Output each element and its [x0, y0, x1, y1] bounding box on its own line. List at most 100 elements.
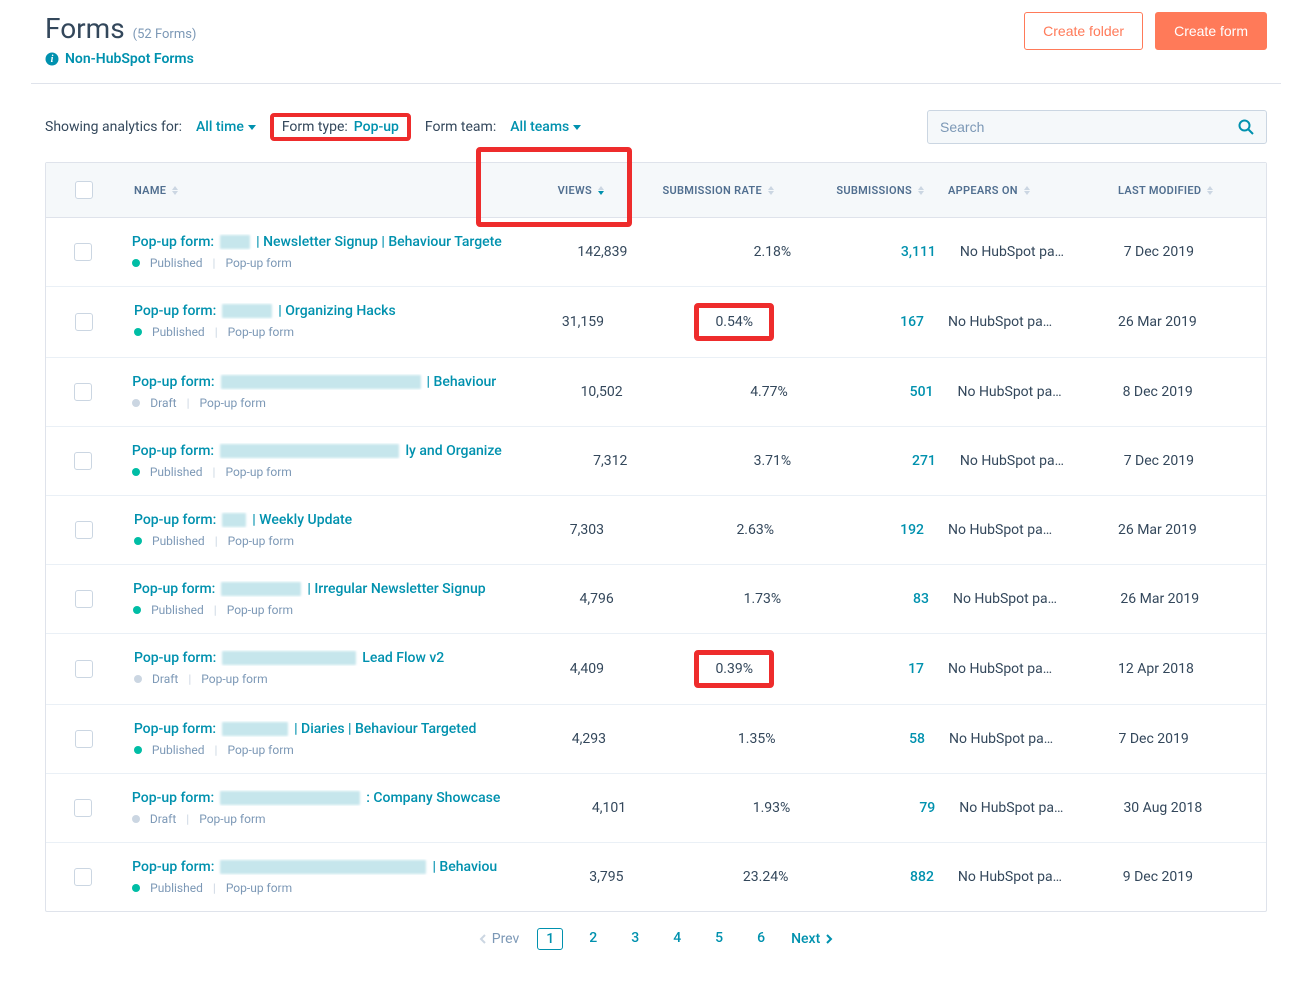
column-views[interactable]: VIEWS [486, 163, 616, 217]
form-suffix: | Behaviou [432, 859, 497, 875]
next-button[interactable]: Next [791, 931, 834, 947]
views-value: 31,159 [562, 314, 604, 330]
table-row: Pop-up form: | Behaviou Published | Pop-… [46, 843, 1266, 911]
row-checkbox[interactable] [74, 243, 92, 261]
form-name-link[interactable]: Pop-up form: | Weekly Update [134, 512, 352, 528]
create-form-button[interactable]: Create form [1155, 12, 1267, 50]
column-modified[interactable]: LAST MODIFIED [1106, 163, 1266, 217]
form-name-link[interactable]: Pop-up form: | Behaviour [132, 374, 496, 390]
form-suffix: | Irregular Newsletter Signup [307, 581, 485, 597]
page-number[interactable]: 6 [749, 928, 773, 950]
form-name-link[interactable]: Pop-up form: | Behaviou [132, 859, 497, 875]
modified-value: 7 Dec 2019 [1124, 244, 1194, 260]
rate-value: 0.39% [715, 661, 753, 677]
status-dot-icon [132, 399, 140, 407]
page-number[interactable]: 5 [707, 928, 731, 950]
form-prefix: Pop-up form: [134, 303, 216, 319]
table-row: Pop-up form: Lead Flow v2 Draft | Pop-up… [46, 634, 1266, 705]
form-prefix: Pop-up form: [132, 443, 214, 459]
appears-on-value: No HubSpot pa… [948, 314, 1052, 330]
page-number[interactable]: 3 [623, 928, 647, 950]
modified-value: 26 Mar 2019 [1118, 314, 1197, 330]
form-name-link[interactable]: Pop-up form: | Diaries | Behaviour Targe… [134, 721, 477, 737]
row-checkbox[interactable] [74, 452, 92, 470]
redacted-text [220, 791, 360, 805]
type-filter[interactable]: Pop-up [354, 119, 399, 135]
rate-value: 2.18% [754, 244, 792, 260]
rate-highlight: 0.39% [694, 650, 774, 688]
type-label: Form type: [282, 119, 348, 135]
search-input[interactable] [940, 119, 1238, 135]
form-suffix: | Diaries | Behaviour Targeted [294, 721, 476, 737]
form-prefix: Pop-up form: [132, 790, 214, 806]
submissions-link[interactable]: 192 [900, 522, 924, 538]
prev-button[interactable]: Prev [478, 931, 520, 947]
submissions-link[interactable]: 3,111 [901, 244, 936, 260]
form-type-text: Pop-up form [225, 256, 291, 270]
appears-on-value: No HubSpot pa… [958, 869, 1062, 885]
form-name-link[interactable]: Pop-up form: | Organizing Hacks [134, 303, 396, 319]
submissions-link[interactable]: 79 [919, 800, 935, 816]
form-suffix: | Organizing Hacks [278, 303, 395, 319]
row-checkbox[interactable] [75, 521, 93, 539]
form-prefix: Pop-up form: [134, 721, 216, 737]
submissions-link[interactable]: 882 [910, 869, 934, 885]
appears-on-value: No HubSpot pa… [948, 661, 1052, 677]
sort-icon [1207, 186, 1213, 195]
select-all-checkbox[interactable] [75, 181, 93, 199]
row-checkbox[interactable] [75, 590, 93, 608]
row-checkbox[interactable] [75, 730, 93, 748]
status-dot-icon [133, 606, 141, 614]
row-checkbox[interactable] [74, 383, 92, 401]
time-filter[interactable]: All time [196, 119, 256, 135]
row-checkbox[interactable] [74, 868, 92, 886]
submissions-link[interactable]: 58 [909, 731, 925, 747]
search-box[interactable] [927, 110, 1267, 144]
redacted-text [220, 235, 250, 249]
row-checkbox[interactable] [74, 799, 92, 817]
team-filter[interactable]: All teams [510, 119, 581, 135]
submissions-link[interactable]: 501 [910, 384, 934, 400]
column-name[interactable]: NAME [122, 163, 486, 217]
page-number[interactable]: 4 [665, 928, 689, 950]
type-filter-value: Pop-up [354, 119, 399, 135]
column-rate[interactable]: SUBMISSION RATE [616, 163, 786, 217]
submissions-link[interactable]: 17 [908, 661, 924, 677]
modified-value: 9 Dec 2019 [1123, 869, 1193, 885]
form-count: (52 Forms) [133, 27, 197, 42]
redacted-text [221, 375, 421, 389]
form-name-link[interactable]: Pop-up form: : Company Showcase [132, 790, 500, 806]
status-dot-icon [134, 328, 142, 336]
page-number[interactable]: 1 [537, 928, 563, 950]
redacted-text [221, 582, 301, 596]
views-value: 4,101 [592, 800, 626, 816]
form-name-link[interactable]: Pop-up form: | Newsletter Signup | Behav… [132, 234, 502, 250]
chevron-left-icon [478, 934, 488, 944]
form-name-link[interactable]: Pop-up form: Lead Flow v2 [134, 650, 444, 666]
table-row: Pop-up form: : Company Showcase Draft | … [46, 774, 1266, 843]
rate-value: 1.35% [738, 731, 776, 747]
form-name-link[interactable]: Pop-up form: | Irregular Newsletter Sign… [133, 581, 486, 597]
row-checkbox[interactable] [75, 660, 93, 678]
submissions-link[interactable]: 271 [912, 453, 936, 469]
team-label: Form team: [425, 119, 496, 135]
row-checkbox[interactable] [75, 313, 93, 331]
table-row: Pop-up form: | Weekly Update Published |… [46, 496, 1266, 565]
form-type-text: Pop-up form [199, 812, 265, 826]
column-subs[interactable]: SUBMISSIONS [786, 163, 936, 217]
form-meta: Published | Pop-up form [134, 743, 294, 757]
submissions-link[interactable]: 83 [913, 591, 929, 607]
create-folder-button[interactable]: Create folder [1024, 12, 1143, 50]
table-row: Pop-up form: | Diaries | Behaviour Targe… [46, 705, 1266, 774]
form-meta: Published | Pop-up form [132, 465, 292, 479]
form-meta: Published | Pop-up form [134, 534, 294, 548]
status-dot-icon [134, 675, 142, 683]
submissions-link[interactable]: 167 [900, 314, 924, 330]
non-hubspot-link[interactable]: i Non-HubSpot Forms [45, 51, 196, 67]
views-value: 4,409 [570, 661, 604, 677]
form-name-link[interactable]: Pop-up form: ly and Organize [132, 443, 502, 459]
form-suffix: | Newsletter Signup | Behaviour Targete [256, 234, 502, 250]
column-appears[interactable]: APPEARS ON [936, 163, 1106, 217]
views-value: 3,795 [589, 869, 623, 885]
page-number[interactable]: 2 [581, 928, 605, 950]
